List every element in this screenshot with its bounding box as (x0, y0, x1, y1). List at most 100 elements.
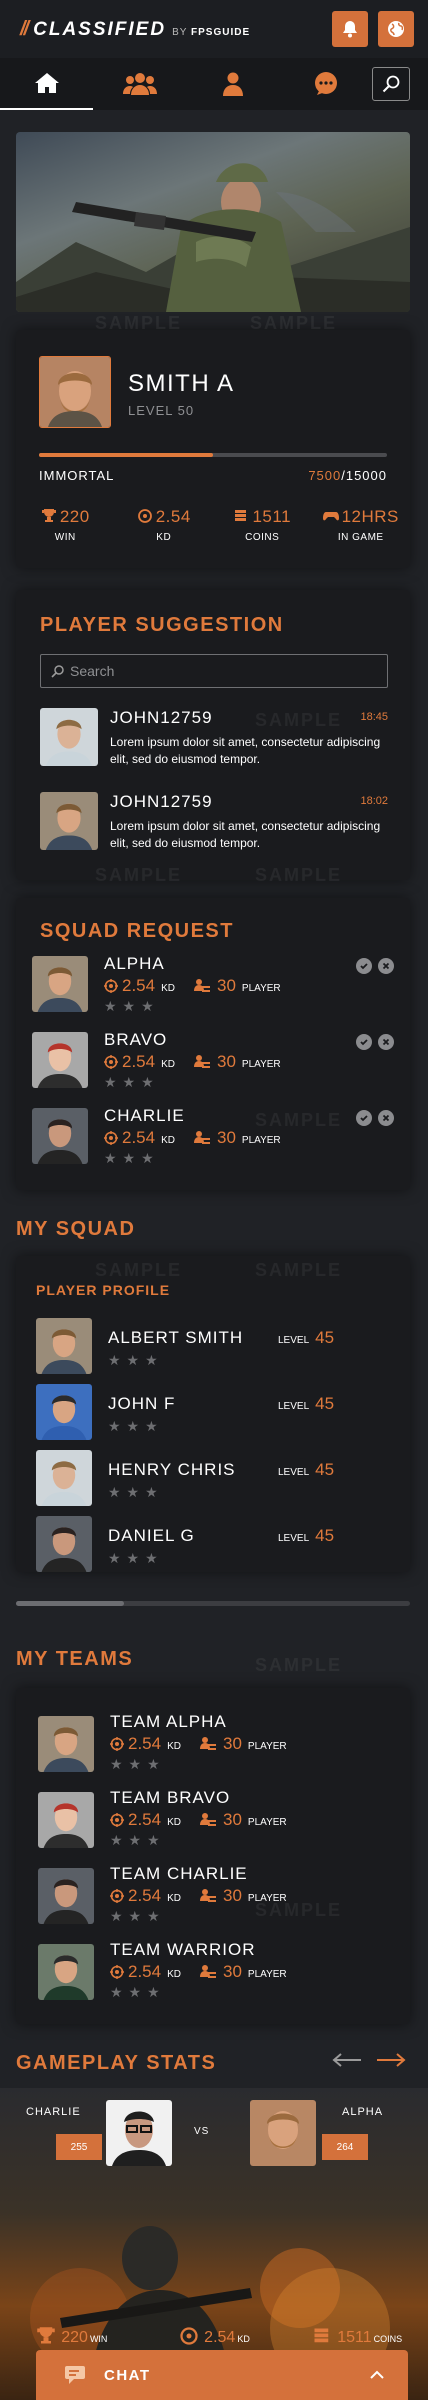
xp-text: 7500/15000 (308, 468, 387, 483)
squad-request-stats: 2.54 KD 30 PLAYER (104, 1128, 281, 1148)
gameplay-stat-label: KD (237, 2334, 250, 2344)
accept-button[interactable] (356, 1034, 372, 1050)
search-icon (51, 664, 64, 678)
chat-bar[interactable]: CHAT (36, 2350, 408, 2400)
tab-profile[interactable] (186, 58, 279, 110)
notifications-button[interactable] (332, 11, 368, 47)
squad-scrollbar[interactable] (16, 1601, 410, 1606)
gamepad-icon (322, 512, 339, 521)
squad-request-item[interactable]: ALPHA 2.54 KD 30 PLAYER ★★★ (32, 954, 394, 1018)
squad-member[interactable]: JOHN F ★★★ LEVEL 45 (36, 1384, 390, 1442)
player-label: PLAYER (247, 1893, 287, 1904)
profile-stat-value-row: 2.54 (115, 507, 214, 527)
decline-button[interactable] (378, 1034, 394, 1050)
decline-button[interactable] (378, 958, 394, 974)
my-squad-title: MY SQUAD (16, 1218, 136, 1240)
squad-request-kd: 2.54 (122, 1128, 156, 1147)
squad-scrollbar-thumb[interactable] (16, 1601, 124, 1606)
bell-icon (343, 21, 357, 38)
tab-squad[interactable] (93, 58, 186, 110)
player-label: PLAYER (247, 1969, 287, 1980)
search-button[interactable] (372, 67, 410, 101)
team-players: 30 (223, 1886, 242, 1905)
close-icon (382, 962, 390, 970)
profile-stat: 12HRS IN GAME (312, 507, 411, 551)
profile-name: SMITH A (128, 370, 235, 397)
globe-icon (388, 21, 404, 37)
rating-stars: ★★★ (108, 1352, 164, 1368)
left-score: 255 (56, 2134, 102, 2160)
squad-member[interactable]: HENRY CHRIS ★★★ LEVEL 45 (36, 1450, 390, 1508)
prev-arrow[interactable] (332, 2052, 362, 2073)
level-value: 45 (315, 1328, 335, 1347)
crosshair-icon (110, 1737, 124, 1751)
tab-home[interactable] (0, 58, 93, 110)
squad-member-avatar (36, 1450, 92, 1506)
team-avatar (38, 1868, 94, 1924)
rating-stars: ★★★ (110, 1832, 166, 1848)
crosshair-icon (180, 2327, 198, 2345)
team-name: TEAM WARRIOR (110, 1940, 256, 1959)
team-item[interactable]: TEAM ALPHA 2.54 KD 30 PLAYER ★★★ (38, 1712, 394, 1776)
player-suggestion-card: PLAYER SUGGESTION Search JOHN12759 18:45 L… (16, 590, 410, 880)
squad-member-level: LEVEL 45 (278, 1328, 334, 1348)
accept-button[interactable] (356, 958, 372, 974)
accept-button[interactable] (356, 1110, 372, 1126)
suggestion-item[interactable]: JOHN12759 18:45 Lorem ipsum dolor sit amet… (40, 706, 388, 776)
squad-request-item[interactable]: CHARLIE 2.54 KD 30 PLAYER ★★★ (32, 1106, 394, 1170)
player-count: 30 PLAYER (199, 1734, 287, 1753)
player-count-icon (200, 1813, 216, 1826)
level-label: LEVEL (278, 1401, 310, 1412)
profile-card: SMITH A LEVEL 50 IMMORTAL 7500/15000 220… (16, 330, 410, 568)
squad-request-name: CHARLIE (104, 1106, 185, 1125)
search-input[interactable]: Search (40, 654, 388, 688)
tab-chat[interactable] (279, 58, 372, 110)
team-players: 30 (223, 1810, 242, 1829)
squad-request-name: ALPHA (104, 954, 165, 973)
team-kd: 2.54 (128, 1962, 162, 1981)
brand-logo[interactable]: // CLASSIFIED BY FPSGUIDE (20, 18, 322, 41)
decline-button[interactable] (378, 1110, 394, 1126)
level-value: 45 (315, 1526, 335, 1545)
squad-member[interactable]: ALBERT SMITH ★★★ LEVEL 45 (36, 1318, 390, 1376)
team-item[interactable]: TEAM CHARLIE 2.54 KD 30 PLAYER ★★★ (38, 1864, 394, 1928)
rating-stars: ★★★ (110, 1908, 166, 1924)
search-placeholder: Search (70, 663, 115, 679)
profile-stat-label: WIN (54, 532, 76, 543)
suggestion-avatar (40, 792, 98, 850)
profile-stat-value-row: 220 (16, 507, 115, 527)
suggestion-item[interactable]: JOHN12759 18:02 Lorem ipsum dolor sit amet… (40, 790, 388, 860)
rating-stars: ★★★ (110, 1984, 166, 2000)
soldier-illustration (16, 163, 410, 312)
squad-member-avatar (36, 1318, 92, 1374)
section-title: PLAYER SUGGESTION (40, 614, 284, 636)
team-item[interactable]: TEAM BRAVO 2.54 KD 30 PLAYER ★★★ (38, 1788, 394, 1852)
crosshair-icon (110, 1889, 124, 1903)
right-player-avatar[interactable] (250, 2100, 316, 2166)
squad-member-avatar (36, 1516, 92, 1572)
rank-label: IMMORTAL (39, 468, 115, 483)
profile-avatar[interactable] (39, 356, 111, 428)
squad-request-avatar (32, 956, 88, 1012)
kd-label: KD (167, 1969, 181, 1980)
right-player-name: ALPHA (342, 2106, 384, 2118)
left-player-avatar[interactable] (106, 2100, 172, 2166)
suggestion-text: Lorem ipsum dolor sit amet, consectetur … (110, 735, 381, 766)
player-count: 30 PLAYER (193, 1128, 281, 1147)
next-arrow[interactable] (376, 2052, 406, 2073)
brand-by: BY FPSGUIDE (172, 26, 251, 38)
squad-member-name: DANIEL G (108, 1526, 195, 1545)
squad-member[interactable]: DANIEL G ★★★ LEVEL 45 (36, 1516, 390, 1574)
team-item[interactable]: TEAM WARRIOR 2.54 KD 30 PLAYER ★★★ (38, 1940, 394, 2004)
chat-icon (65, 2366, 85, 2384)
squad-request-item[interactable]: BRAVO 2.54 KD 30 PLAYER ★★★ (32, 1030, 394, 1094)
team-avatar (38, 1792, 94, 1848)
team-avatar (38, 1716, 94, 1772)
globe-button[interactable] (378, 11, 414, 47)
player-count-icon (200, 1965, 216, 1978)
team-stats: 2.54 KD 30 PLAYER (110, 1886, 287, 1906)
profile-stat-value: 220 (59, 507, 90, 526)
close-icon (382, 1038, 390, 1046)
profile-stat-value-row: 12HRS (312, 507, 411, 527)
user-icon (222, 72, 243, 96)
